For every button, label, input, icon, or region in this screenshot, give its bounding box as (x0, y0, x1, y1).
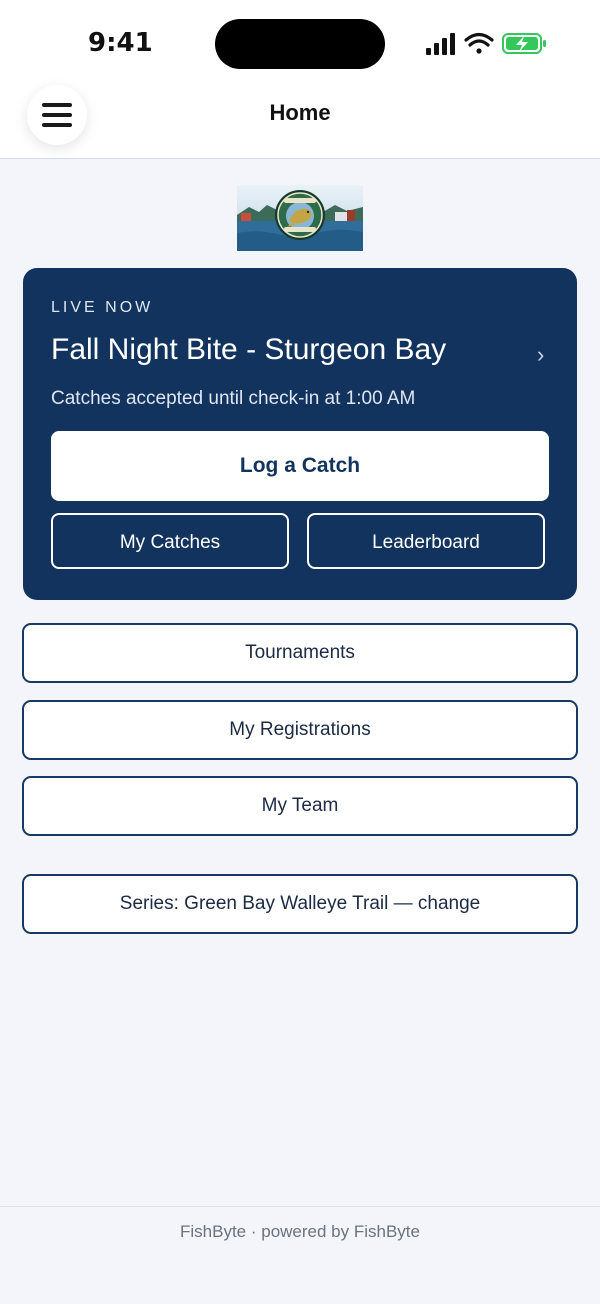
signal-icon (426, 33, 455, 55)
live-event-card[interactable]: LIVE NOW Fall Night Bite - Sturgeon Bay … (23, 268, 577, 600)
leaderboard-button[interactable]: Leaderboard (307, 513, 545, 569)
log-catch-button[interactable]: Log a Catch (51, 431, 549, 501)
page-title: Home (269, 100, 331, 125)
event-title[interactable]: Fall Night Bite - Sturgeon Bay (51, 333, 446, 367)
footer-divider (0, 1206, 600, 1207)
my-team-button[interactable]: My Team (22, 776, 578, 836)
live-now-label: LIVE NOW (51, 299, 154, 316)
event-subtitle: Catches accepted until check-in at 1:00 … (51, 388, 416, 409)
series-logo (237, 185, 363, 251)
tournaments-button[interactable]: Tournaments (22, 623, 578, 683)
dynamic-island (215, 19, 385, 69)
my-catches-button[interactable]: My Catches (51, 513, 289, 569)
wifi-icon (464, 32, 494, 54)
change-series-button[interactable]: Series: Green Bay Walleye Trail — change (22, 874, 578, 934)
battery-charging-icon (502, 33, 546, 54)
status-bar: 9:41 (0, 0, 600, 80)
top-nav: Home (0, 80, 600, 159)
footer-text: FishByte · powered by FishByte (180, 1222, 420, 1241)
chevron-right-icon[interactable]: › (537, 342, 544, 368)
my-registrations-button[interactable]: My Registrations (22, 700, 578, 760)
status-icons (426, 32, 546, 55)
status-time: 9:41 (88, 28, 153, 58)
